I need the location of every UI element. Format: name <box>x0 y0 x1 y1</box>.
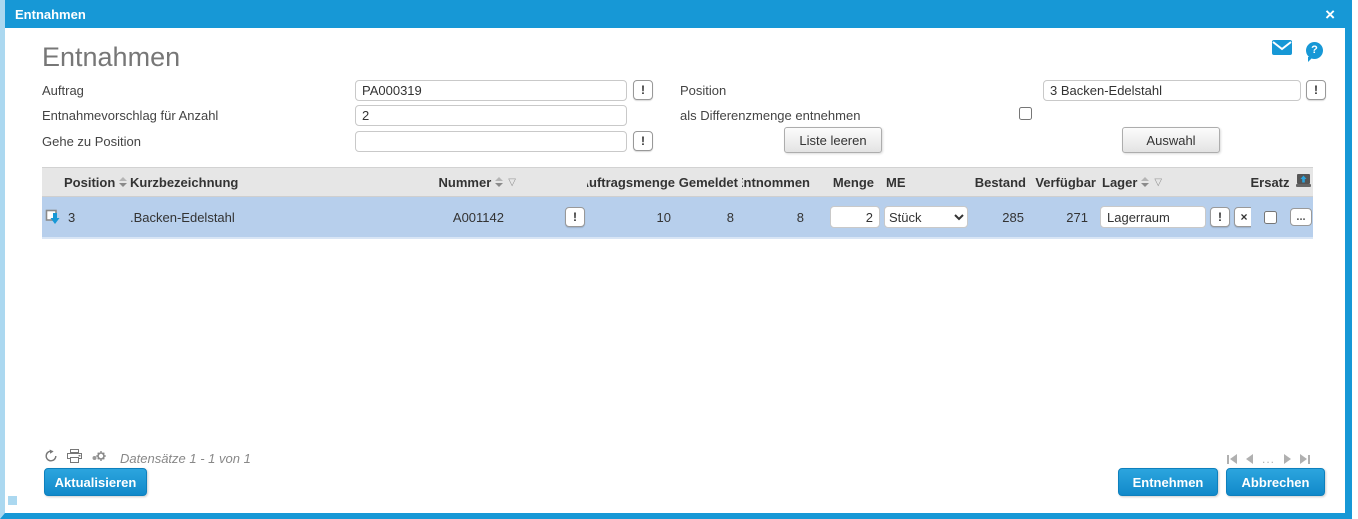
differenzmenge-label: als Differenzmenge entnehmen <box>680 108 861 123</box>
entnahmen-table: Position Kurzbezeichnung Nummer ▽ Auftra… <box>42 167 1313 239</box>
entnahmevorschlag-label: Entnahmevorschlag für Anzahl <box>42 108 219 123</box>
row-cell-me: Stück <box>880 197 970 239</box>
dialog-titlebar[interactable]: Entnahmen × <box>5 0 1345 28</box>
menge-input[interactable] <box>830 206 880 228</box>
header-actions: ? <box>1272 40 1323 62</box>
row-more-button[interactable]: ... <box>1290 208 1312 226</box>
filter-icon[interactable]: ▽ <box>508 177 516 188</box>
resize-grip[interactable] <box>8 496 17 505</box>
col-header-kurzbezeichnung[interactable]: Kurzbezeichnung <box>130 167 342 197</box>
row-cell-bestand: 285 <box>970 197 1030 239</box>
row-cell-detail: ! <box>542 197 587 239</box>
close-icon[interactable]: × <box>1325 6 1335 23</box>
col-header-lager[interactable]: Lager ▽ <box>1098 167 1251 197</box>
col-header-nummer[interactable]: Nummer ▽ <box>342 167 542 197</box>
row-cell-entnommen: 8 <box>742 197 812 239</box>
screen: Entnahmen × Entnahmen ? Auftrag ! Entnah… <box>0 0 1358 519</box>
gears-icon[interactable] <box>91 450 106 468</box>
pagination-prev-icon[interactable] <box>1246 454 1253 464</box>
row-cell-position[interactable]: 3 <box>42 197 130 239</box>
col-header-auftragsmenge[interactable]: Auftragsmenge <box>587 167 677 197</box>
col-header-position[interactable]: Position <box>42 167 130 197</box>
refresh-icon[interactable] <box>44 449 58 468</box>
help-icon[interactable]: ? <box>1306 41 1323 62</box>
row-cell-lager: ! × <box>1098 197 1251 239</box>
dialog-content: Entnahmen ? Auftrag ! Entnahmevorschlag … <box>5 28 1345 513</box>
col-header-spacer <box>542 167 587 197</box>
row-detail-button[interactable]: ! <box>565 207 585 227</box>
entnehmen-button[interactable]: Entnehmen <box>1118 468 1218 496</box>
sort-icon <box>1141 177 1150 187</box>
mail-icon[interactable] <box>1272 40 1292 60</box>
row-cell-kurzbezeichnung[interactable]: .Backen-Edelstahl <box>130 197 342 239</box>
liste-leeren-button[interactable]: Liste leeren <box>784 127 882 153</box>
gehe-zu-position-label: Gehe zu Position <box>42 134 142 149</box>
col-header-bestand[interactable]: Bestand <box>970 167 1030 197</box>
col-header-me[interactable]: ME <box>880 167 970 197</box>
list-toolbar <box>44 449 106 468</box>
position-detail-button[interactable]: ! <box>1306 80 1326 100</box>
col-header-entnommen[interactable]: Entnommen <box>742 167 812 197</box>
position-label: Position <box>680 83 727 98</box>
entnahmevorschlag-input[interactable] <box>355 105 627 126</box>
page-title: Entnahmen <box>42 42 181 72</box>
row-cell-more: ... <box>1289 197 1313 239</box>
ersatz-checkbox[interactable] <box>1263 210 1277 224</box>
lager-clear-button[interactable]: × <box>1234 207 1251 227</box>
dialog-title: Entnahmen <box>15 6 86 22</box>
pagination-last-icon[interactable] <box>1300 454 1311 464</box>
col-header-gemeldet[interactable]: Gemeldet <box>677 167 742 197</box>
pagination-first-icon[interactable] <box>1227 454 1237 464</box>
auftrag-label: Auftrag <box>42 83 84 98</box>
pagination-next-icon[interactable] <box>1284 454 1292 464</box>
row-cell-nummer[interactable]: A001142 <box>342 197 542 239</box>
auftrag-input[interactable] <box>355 80 627 101</box>
sort-icon <box>495 177 504 187</box>
differenzmenge-checkbox[interactable] <box>1019 107 1032 120</box>
pagination: ... <box>1227 452 1311 466</box>
records-count: Datensätze 1 - 1 von 1 <box>120 451 251 466</box>
aktualisieren-button[interactable]: Aktualisieren <box>44 468 147 496</box>
filter-icon[interactable]: ▽ <box>1154 177 1162 188</box>
pagination-ellipsis: ... <box>1262 452 1276 466</box>
auswahl-button[interactable]: Auswahl <box>1122 127 1220 153</box>
row-cell-gemeldet: 8 <box>677 197 742 239</box>
row-cell-menge <box>812 197 880 239</box>
col-header-verfuegbar[interactable]: Verfügbar <box>1030 167 1098 197</box>
row-cell-ersatz <box>1251 197 1289 239</box>
col-header-menge[interactable]: Menge <box>812 167 880 197</box>
row-cell-auftragsmenge: 10 <box>587 197 677 239</box>
gehe-zu-position-input[interactable] <box>355 131 627 152</box>
auftrag-detail-button[interactable]: ! <box>633 80 653 100</box>
withdraw-row-icon[interactable] <box>45 209 62 226</box>
lager-detail-button[interactable]: ! <box>1210 207 1230 227</box>
sort-icon <box>119 177 128 187</box>
entnahmen-dialog: Entnahmen × Entnahmen ? Auftrag ! Entnah… <box>0 0 1352 519</box>
printer-icon[interactable] <box>67 449 82 468</box>
abbrechen-button[interactable]: Abbrechen <box>1226 468 1325 496</box>
me-select[interactable]: Stück <box>884 206 968 228</box>
position-input[interactable] <box>1043 80 1301 101</box>
row-cell-verfuegbar: 271 <box>1030 197 1098 239</box>
lager-input[interactable] <box>1100 206 1206 228</box>
export-screen-icon[interactable] <box>1296 174 1311 190</box>
col-header-ersatz[interactable]: Ersatz <box>1251 167 1289 197</box>
col-header-tools <box>1289 167 1313 197</box>
gehe-zu-position-detail-button[interactable]: ! <box>633 131 653 151</box>
